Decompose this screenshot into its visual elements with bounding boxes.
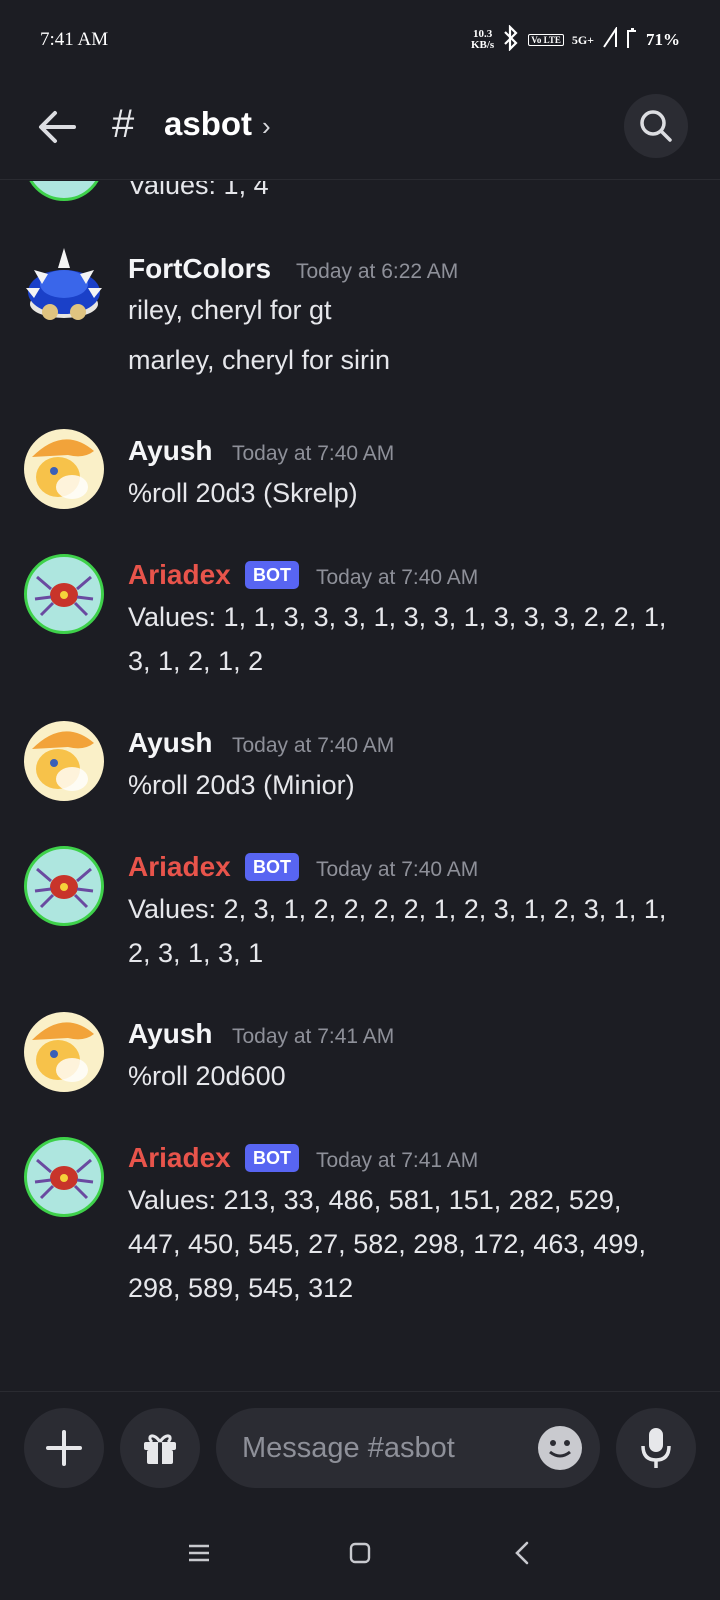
timestamp: Today at 7:41 AM — [316, 1149, 479, 1172]
gift-icon — [144, 1434, 176, 1464]
network-type: 5G+ — [571, 32, 594, 47]
system-nav-bar — [0, 1501, 720, 1600]
timestamp: Today at 7:40 AM — [316, 858, 479, 881]
message-text: Values: 2, 3, 1, 2, 2, 2, 2, 1, 2, 3, 1,… — [128, 894, 667, 924]
message-input-placeholder: Message #asbot — [242, 1431, 455, 1464]
author-name[interactable]: Ariadex — [128, 1142, 231, 1174]
author-name[interactable]: Ayush — [128, 727, 213, 759]
back-button[interactable] — [34, 104, 80, 150]
message-text: 3, 1, 2, 1, 2 — [128, 646, 264, 676]
volte-icon: Vo LTE — [528, 34, 564, 46]
network-speed: 10.3 KB/s — [470, 28, 495, 51]
message-text: Values: 1, 1, 3, 3, 3, 1, 3, 3, 1, 3, 3,… — [128, 602, 667, 632]
message-text: 447, 450, 545, 27, 582, 298, 172, 463, 4… — [128, 1229, 646, 1259]
message-composer: Message #asbot — [0, 1391, 720, 1501]
chevron-right-icon[interactable]: › — [262, 111, 271, 142]
bot-badge: BOT — [245, 561, 299, 589]
arrow-left-icon — [39, 111, 76, 143]
channel-header: # asbot › — [0, 80, 720, 180]
message-text: %roll 20d600 — [128, 1061, 286, 1091]
avatar[interactable] — [24, 181, 104, 201]
timestamp: Today at 6:22 AM — [296, 260, 459, 283]
microphone-icon — [641, 1428, 671, 1468]
message-text: 2, 3, 1, 3, 1 — [128, 938, 264, 968]
voice-message-button[interactable] — [616, 1408, 696, 1488]
hash-icon: # — [112, 102, 135, 146]
message-text: Values: 213, 33, 486, 581, 151, 282, 529… — [128, 1185, 622, 1215]
add-attachment-button[interactable] — [24, 1408, 104, 1488]
bot-badge: BOT — [245, 1144, 299, 1172]
status-time: 7:41 AM — [40, 29, 109, 50]
home-button[interactable] — [336, 1529, 384, 1577]
message-list[interactable]: Values: 1, 4 FortColors Today at 6:22 AM… — [0, 181, 720, 1391]
battery-icon — [626, 27, 638, 54]
search-button[interactable] — [624, 94, 688, 158]
emoji-icon[interactable] — [538, 1426, 582, 1470]
bot-badge: BOT — [245, 853, 299, 881]
author-name[interactable]: FortColors — [128, 253, 271, 285]
channel-title[interactable]: asbot — [164, 105, 252, 143]
gift-button[interactable] — [120, 1408, 200, 1488]
avatar[interactable] — [24, 1137, 104, 1217]
back-chevron-icon — [515, 1541, 529, 1565]
avatar[interactable] — [24, 1012, 104, 1092]
timestamp: Today at 7:41 AM — [232, 1025, 395, 1048]
plus-icon — [46, 1430, 82, 1466]
signal-icon — [602, 25, 618, 54]
battery-percent: 71% — [646, 30, 680, 49]
avatar[interactable] — [24, 554, 104, 634]
message-text: %roll 20d3 (Minior) — [128, 770, 355, 800]
home-square-icon — [349, 1542, 371, 1564]
avatar[interactable] — [24, 846, 104, 926]
message-text: marley, cheryl for sirin — [128, 345, 391, 375]
system-back-button[interactable] — [498, 1529, 546, 1577]
status-bar: 7:41 AM 10.3 KB/s Vo LTE 5G+ 71% — [0, 0, 720, 80]
menu-icon — [189, 1544, 209, 1562]
author-name[interactable]: Ayush — [128, 435, 213, 467]
timestamp: Today at 7:40 AM — [232, 442, 395, 465]
author-name[interactable]: Ariadex — [128, 559, 231, 591]
bluetooth-icon — [502, 23, 520, 56]
search-icon — [640, 110, 672, 142]
message-text: riley, cheryl for gt — [128, 295, 332, 325]
message-text: Values: 1, 4 — [128, 181, 269, 200]
author-name[interactable]: Ariadex — [128, 851, 231, 883]
timestamp: Today at 7:40 AM — [316, 566, 479, 589]
message-text: 298, 589, 545, 312 — [128, 1273, 354, 1303]
message-text: %roll 20d3 (Skrelp) — [128, 478, 358, 508]
avatar[interactable] — [24, 248, 104, 328]
status-icons: 10.3 KB/s Vo LTE 5G+ 71% — [470, 23, 680, 56]
message-input[interactable]: Message #asbot — [216, 1408, 600, 1488]
avatar[interactable] — [24, 721, 104, 801]
recents-button[interactable] — [175, 1529, 223, 1577]
timestamp: Today at 7:40 AM — [232, 734, 395, 757]
author-name[interactable]: Ayush — [128, 1018, 213, 1050]
avatar[interactable] — [24, 429, 104, 509]
